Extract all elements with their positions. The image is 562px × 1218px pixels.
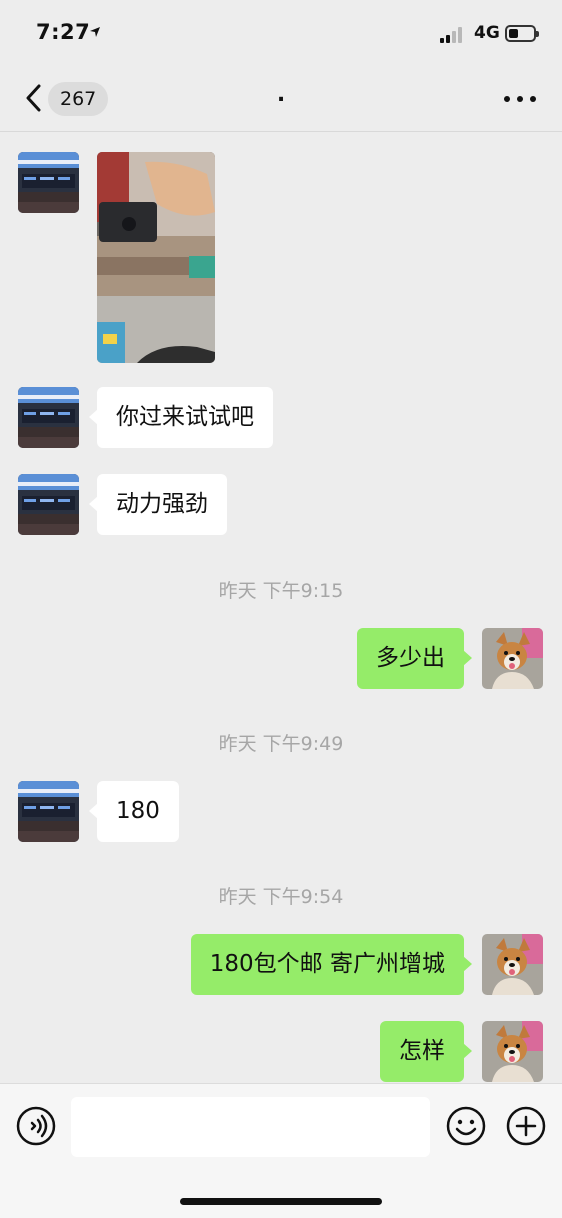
chat-header: 267 . bbox=[0, 66, 562, 132]
unread-count-badge[interactable]: 267 bbox=[48, 82, 109, 116]
more-options-icon[interactable] bbox=[504, 96, 536, 102]
add-attachment-icon[interactable] bbox=[506, 1106, 546, 1146]
user-avatar[interactable] bbox=[482, 628, 543, 689]
message-text-input[interactable] bbox=[71, 1097, 430, 1157]
back-chevron-icon[interactable] bbox=[24, 84, 42, 112]
contact-avatar[interactable] bbox=[18, 387, 79, 448]
outgoing-message-bubble[interactable]: 多少出 bbox=[357, 628, 472, 689]
status-time: 7:27 bbox=[36, 20, 91, 44]
voice-input-icon[interactable] bbox=[16, 1106, 56, 1146]
home-indicator[interactable] bbox=[180, 1198, 382, 1205]
contact-avatar[interactable] bbox=[18, 781, 79, 842]
user-avatar[interactable] bbox=[482, 1021, 543, 1082]
location-arrow-icon bbox=[90, 27, 100, 37]
outgoing-message-bubble[interactable]: 怎样 bbox=[380, 1021, 472, 1082]
user-avatar[interactable] bbox=[482, 934, 543, 995]
message-timestamp: 昨天 下午9:15 bbox=[218, 580, 344, 602]
network-type: 4G bbox=[474, 23, 500, 43]
contact-avatar[interactable] bbox=[18, 152, 79, 213]
incoming-message-bubble[interactable]: 180 bbox=[89, 781, 179, 842]
message-timestamp: 昨天 下午9:49 bbox=[218, 733, 344, 755]
outgoing-message-bubble[interactable]: 180包个邮 寄广州增城 bbox=[190, 934, 473, 995]
message-input-bar bbox=[0, 1083, 562, 1218]
incoming-message-bubble[interactable]: 动力强劲 bbox=[89, 474, 227, 535]
photo-message-thumbnail[interactable] bbox=[97, 152, 215, 363]
message-timestamp: 昨天 下午9:54 bbox=[218, 886, 344, 908]
contact-avatar[interactable] bbox=[18, 474, 79, 535]
chat-title: . bbox=[276, 82, 286, 107]
signal-strength-icon bbox=[440, 27, 466, 43]
status-bar: 7:27 4G bbox=[0, 0, 562, 66]
battery-icon bbox=[505, 25, 539, 42]
emoji-icon[interactable] bbox=[446, 1106, 486, 1146]
incoming-message-bubble[interactable]: 你过来试试吧 bbox=[89, 387, 273, 448]
